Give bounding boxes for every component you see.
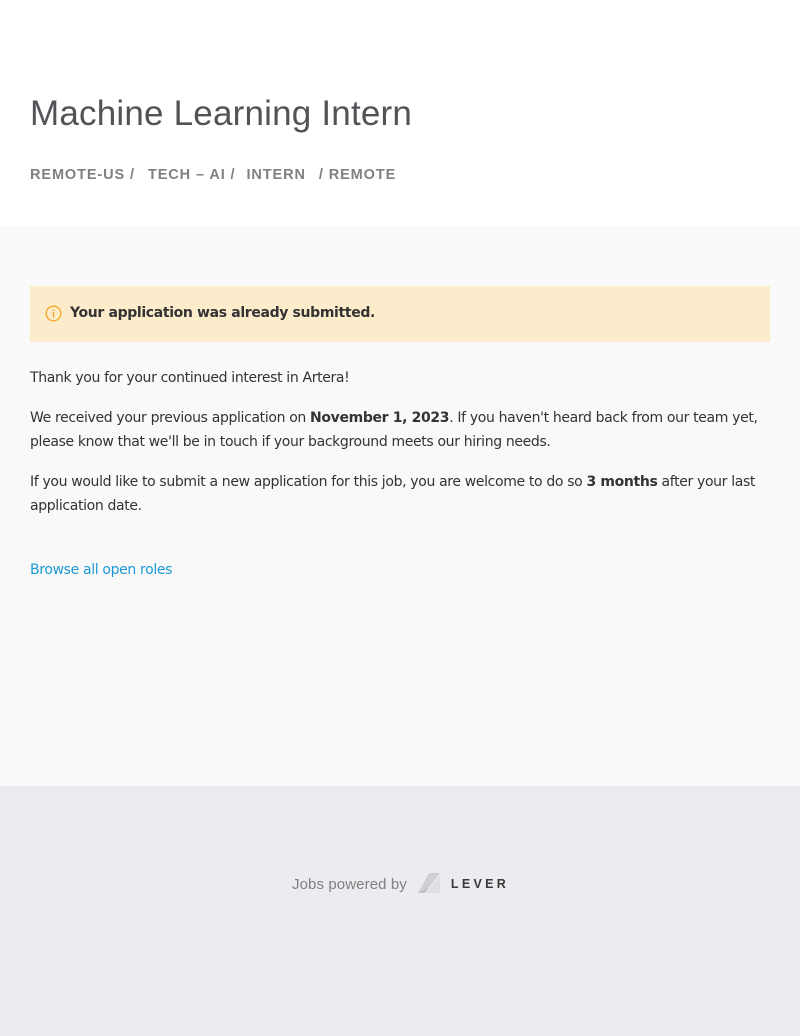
category-team: TECH – AI /: [147, 167, 236, 183]
category-location: REMOTE-US /: [30, 167, 135, 183]
lever-brand-text: LEVER: [450, 877, 510, 891]
lever-logo-icon: [417, 873, 440, 893]
powered-by-lever-link[interactable]: Jobs powered by LEVER: [292, 869, 509, 899]
category-workplace: / REMOTE: [318, 167, 397, 183]
posting-categories: REMOTE-US / TECH – AI / INTERN / REMOTE: [30, 167, 396, 183]
notice-message: Your application was already submitted.: [70, 305, 375, 321]
reapply-period: 3 months: [586, 474, 658, 490]
application-status-section: Your application was already submitted. …: [0, 226, 800, 786]
thank-you-text: Thank you for your continued interest in…: [30, 370, 350, 386]
page-footer: Jobs powered by LEVER: [0, 786, 800, 1036]
reapply-text: If you would like to submit a new applic…: [30, 474, 756, 514]
info-circle-icon: [45, 305, 62, 322]
already-submitted-notice: Your application was already submitted.: [30, 286, 770, 342]
previous-application-text: We received your previous application on…: [30, 410, 758, 450]
browse-open-roles-link[interactable]: Browse all open roles: [30, 558, 172, 582]
category-commitment: INTERN: [246, 167, 306, 183]
application-date: November 1, 2023: [310, 410, 450, 426]
job-title: Machine Learning Intern: [30, 94, 413, 133]
posting-header: Machine Learning Intern REMOTE-US / TECH …: [0, 0, 800, 226]
powered-by-text: Jobs powered by: [292, 875, 407, 893]
